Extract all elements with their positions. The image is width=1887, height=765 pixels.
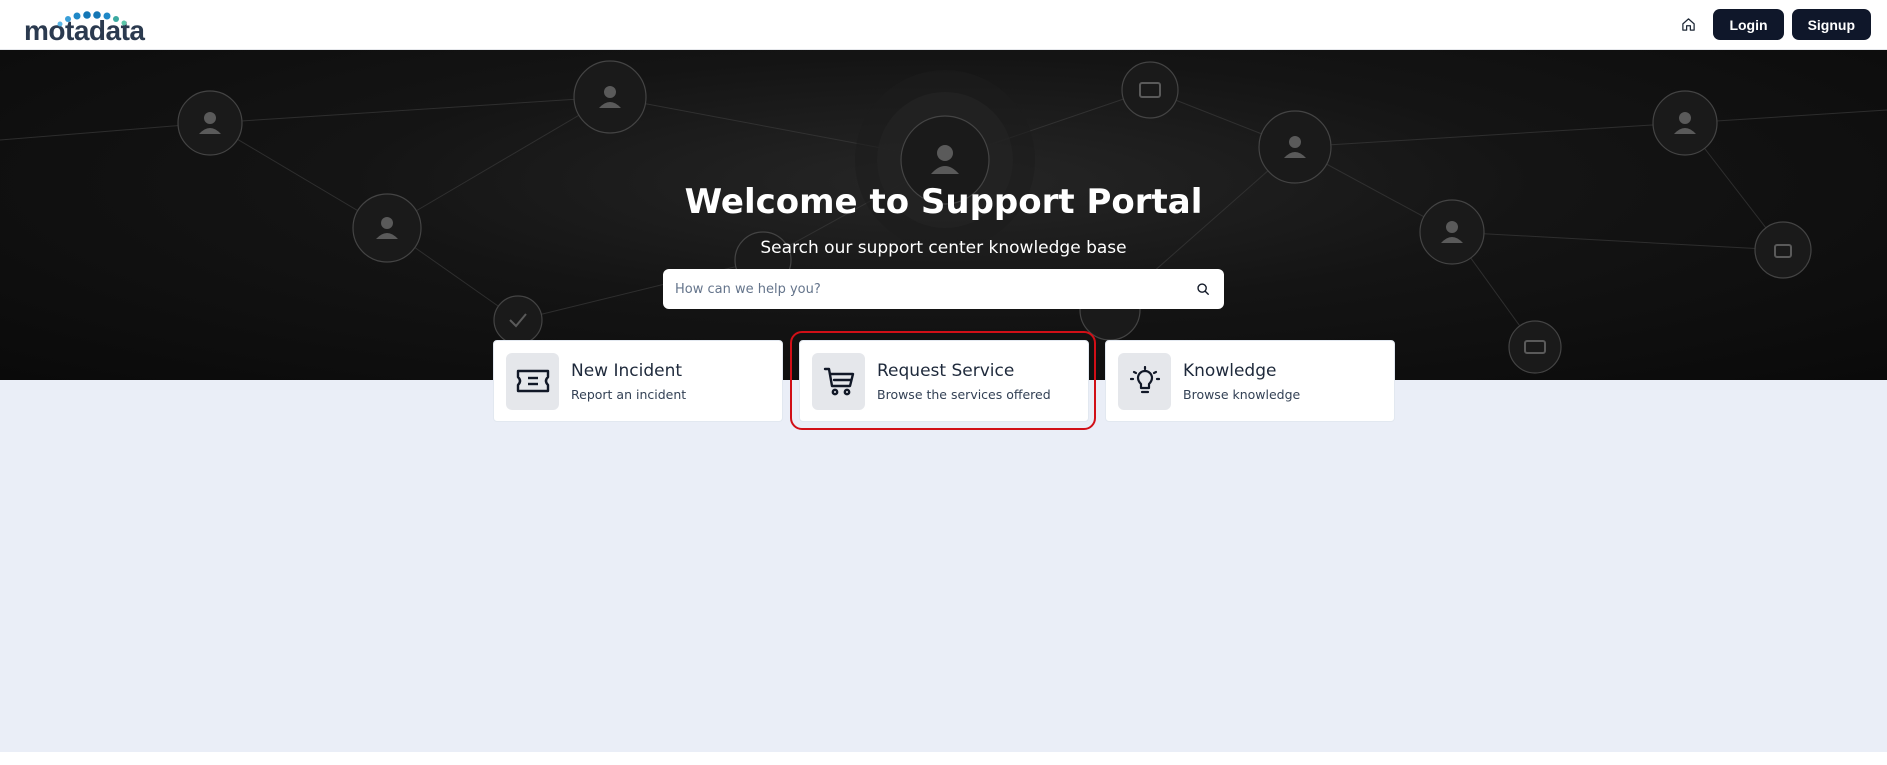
card-description: Report an incident xyxy=(571,386,687,402)
signup-button[interactable]: Signup xyxy=(1791,9,1871,40)
top-header: motadata Login Signup xyxy=(0,0,1887,50)
search-bar xyxy=(663,269,1224,309)
new-incident-card[interactable]: New Incident Report an incident xyxy=(493,340,783,422)
hero-banner: Welcome to Support Portal Search our sup… xyxy=(0,50,1887,380)
card-description: Browse knowledge xyxy=(1183,386,1301,402)
card-title: New Incident xyxy=(571,360,683,381)
hero-subtitle: Search our support center knowledge base xyxy=(760,238,1127,258)
header-actions: Login Signup xyxy=(1671,9,1871,41)
quick-action-cards: New Incident Report an incident Request … xyxy=(0,340,1887,424)
search-icon[interactable] xyxy=(1194,280,1212,298)
motadata-logo[interactable]: motadata xyxy=(24,5,145,45)
home-icon[interactable] xyxy=(1671,9,1705,41)
ticket-icon xyxy=(506,352,559,410)
request-service-card[interactable]: Request Service Browse the services offe… xyxy=(799,340,1089,422)
main-content-area xyxy=(0,380,1887,752)
knowledge-card[interactable]: Knowledge Browse knowledge xyxy=(1105,340,1395,422)
cart-icon xyxy=(812,352,865,410)
logo-dots-icon xyxy=(57,10,127,26)
card-title: Knowledge xyxy=(1183,360,1277,381)
card-title: Request Service xyxy=(877,360,1015,381)
card-description: Browse the services offered xyxy=(877,386,1051,402)
lightbulb-icon xyxy=(1118,352,1171,410)
hero-title: Welcome to Support Portal xyxy=(684,182,1203,222)
login-button[interactable]: Login xyxy=(1713,9,1784,40)
search-input[interactable] xyxy=(675,281,1194,297)
